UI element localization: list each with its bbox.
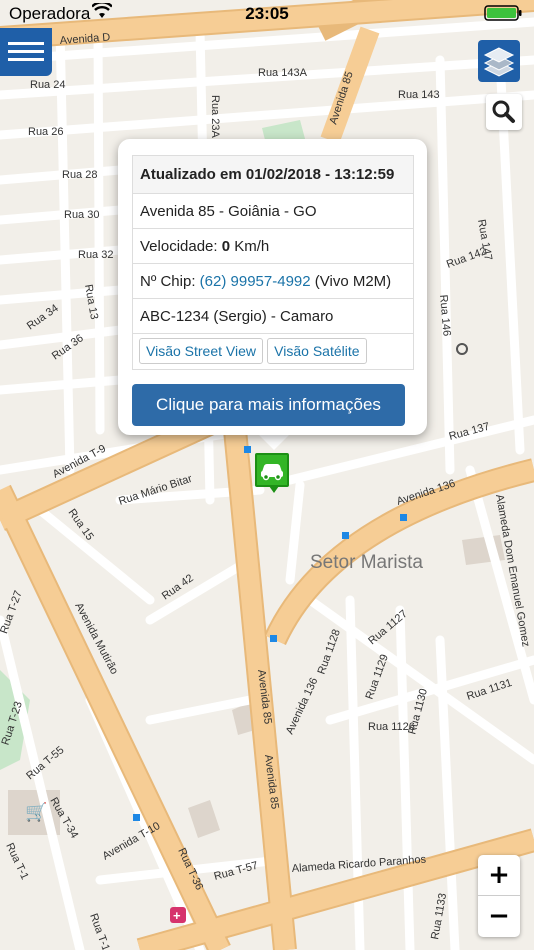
clock: 23:05 <box>245 4 289 23</box>
bus-stop-icon <box>244 446 251 453</box>
vehicle-info-popup: Atualizado em 01/02/2018 - 13:12:59 Aven… <box>118 139 427 435</box>
updated-row: Atualizado em 01/02/2018 - 13:12:59 <box>133 156 413 194</box>
chip-phone-link[interactable]: (62) 99957-4992 <box>200 273 311 290</box>
car-icon <box>261 464 283 481</box>
street-view-button[interactable]: Visão Street View <box>139 338 263 364</box>
speed-label: Velocidade: <box>140 238 218 255</box>
layers-button[interactable] <box>478 40 520 82</box>
zoom-in-button[interactable]: + <box>478 855 520 896</box>
vehicle-row: ABC-1234 (Sergio) - Camaro <box>133 299 413 334</box>
search-button[interactable] <box>486 94 522 130</box>
bus-stop-icon <box>342 532 349 539</box>
chip-carrier: (Vivo M2M) <box>314 273 392 290</box>
menu-button[interactable] <box>0 28 52 76</box>
street-label: Rua 32 <box>78 249 113 261</box>
street-label: Rua 30 <box>64 209 99 221</box>
district-label: Setor Marista <box>310 552 423 573</box>
zoom-out-button[interactable]: − <box>478 896 520 936</box>
more-info-button[interactable]: Clique para mais informações <box>132 384 405 426</box>
chip-row: Nº Chip: (62) 99957-4992 (Vivo M2M) <box>133 264 413 299</box>
speed-row: Velocidade: 0 Km/h <box>133 229 413 264</box>
street-label: Rua 143 <box>398 89 440 101</box>
street-label: Rua 28 <box>62 169 97 181</box>
street-label: Rua 26 <box>28 126 63 138</box>
view-buttons-row: Visão Street View Visão Satélite <box>133 334 413 369</box>
status-bar: Operadora 23:05 <box>0 0 534 28</box>
popup-pointer <box>258 434 290 450</box>
battery-icon <box>484 5 522 21</box>
zoom-control: + − <box>478 855 520 937</box>
bus-stop-icon <box>400 514 407 521</box>
vehicle-marker[interactable] <box>255 453 289 493</box>
satellite-view-button[interactable]: Visão Satélite <box>267 338 367 364</box>
bus-stop-icon <box>270 635 277 642</box>
layers-icon <box>483 47 515 77</box>
vehicle-info-table: Atualizado em 01/02/2018 - 13:12:59 Aven… <box>132 155 414 370</box>
shop-icon: 🛒 <box>25 801 47 822</box>
street-label: Rua 24 <box>30 79 65 91</box>
street-label: Rua 143A <box>258 67 308 79</box>
menu-icon <box>8 42 44 45</box>
street-label: Rua 23A <box>209 95 221 138</box>
address-row: Avenida 85 - Goiânia - GO <box>133 194 413 229</box>
chip-label: Nº Chip: <box>140 273 196 290</box>
search-icon <box>492 100 515 123</box>
speed-value: 0 <box>221 238 231 255</box>
bus-stop-icon <box>133 814 140 821</box>
svg-text:+: + <box>173 908 181 923</box>
speed-unit: Km/h <box>234 238 270 255</box>
